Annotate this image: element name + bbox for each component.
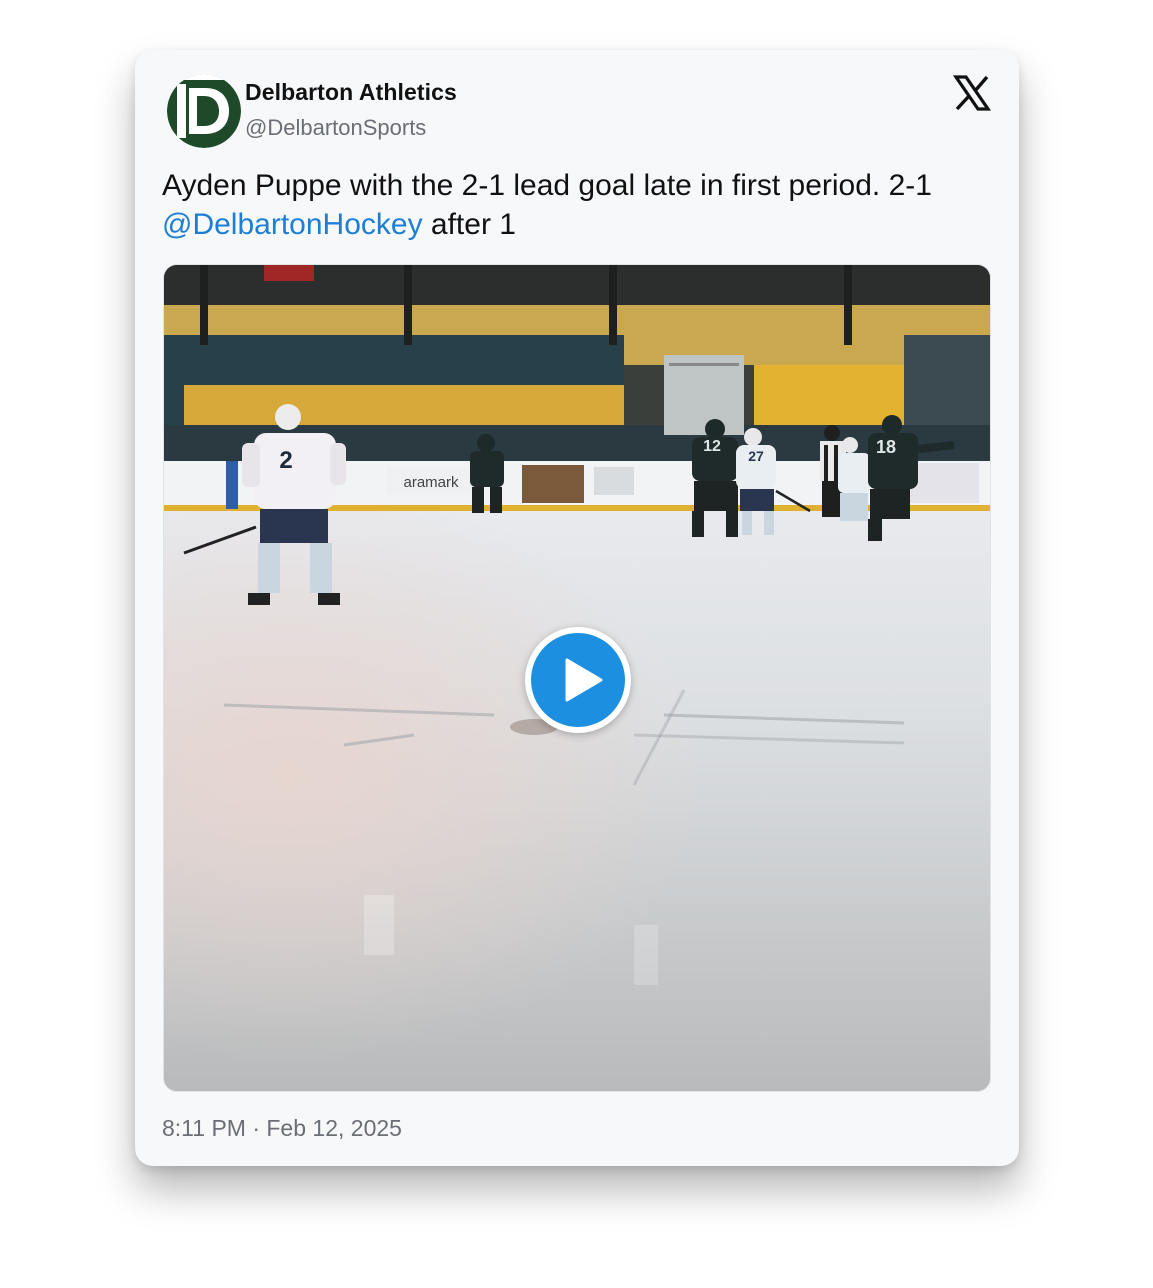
author-name[interactable]: Delbarton Athletics [245, 78, 457, 106]
avatar[interactable] [167, 74, 241, 148]
account-info: Delbarton Athletics @DelbartonSports [245, 78, 457, 142]
tweet-timestamp[interactable]: 8:11 PM · Feb 12, 2025 [162, 1114, 402, 1142]
jersey-number-18: 18 [876, 437, 896, 457]
jersey-number-2: 2 [279, 447, 292, 474]
play-button[interactable] [525, 627, 631, 733]
jersey-number-27: 27 [748, 448, 764, 464]
tweet-card: Delbarton Athletics @DelbartonSports Ayd… [135, 50, 1019, 1166]
tweet-text: Ayden Puppe with the 2-1 lead goal late … [162, 166, 992, 244]
x-logo-icon[interactable] [952, 74, 992, 112]
tweet-text-tail: after 1 [422, 208, 516, 241]
play-icon [531, 633, 625, 727]
author-handle[interactable]: @DelbartonSports [245, 114, 457, 142]
delbarton-d-logo-icon [167, 74, 241, 148]
board-ad-text: aramark [403, 474, 459, 491]
tweet-text-body: Ayden Puppe with the 2-1 lead goal late … [162, 169, 932, 202]
tweet-header: Delbarton Athletics @DelbartonSports [167, 74, 992, 150]
mention-link[interactable]: @DelbartonHockey [162, 208, 423, 241]
video-player[interactable]: aramark 2 12 27 18 [163, 264, 991, 1092]
jersey-number-12: 12 [703, 438, 721, 455]
